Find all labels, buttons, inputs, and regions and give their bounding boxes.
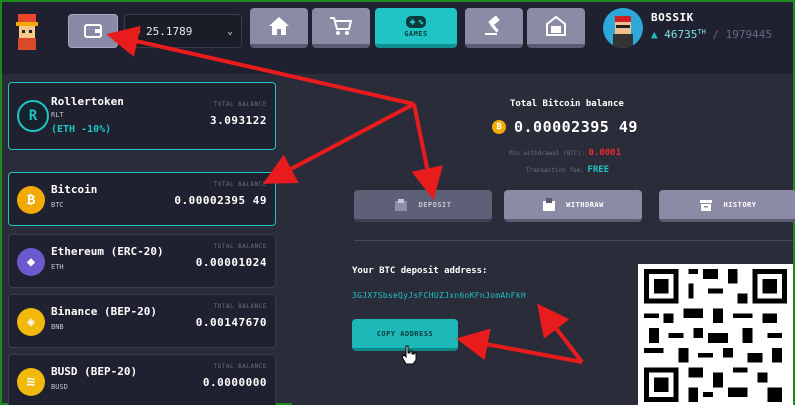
coin-ticker: RLT bbox=[51, 111, 64, 119]
nav-market-button[interactable] bbox=[312, 8, 370, 48]
store-icon bbox=[546, 16, 566, 36]
coin-name: Rollertoken bbox=[51, 95, 124, 108]
coin-amount: 0.00001024 bbox=[195, 256, 267, 269]
rank-number: 46735 bbox=[664, 28, 698, 41]
coin-name: Ethereum (ERC-20) bbox=[51, 245, 164, 258]
chevron-down-icon: ⌄ bbox=[226, 25, 233, 37]
gamepad-icon bbox=[406, 15, 426, 28]
wallet-button[interactable] bbox=[68, 14, 118, 48]
btc-balance-row: ₿ 0.00002395 49 bbox=[492, 118, 638, 136]
rank-up-icon: ▲ bbox=[651, 28, 658, 41]
binance-icon: ◈ bbox=[17, 308, 45, 336]
divider bbox=[354, 240, 793, 241]
cart-icon bbox=[330, 17, 353, 35]
coin-ticker: BNB bbox=[51, 323, 64, 331]
withdraw-label: WITHDRAW bbox=[566, 200, 604, 209]
coin-extra: (ETH -10%) bbox=[51, 124, 112, 135]
nav-store-button[interactable] bbox=[527, 8, 585, 48]
qr-code bbox=[638, 264, 793, 405]
withdraw-button[interactable]: WITHDRAW bbox=[504, 190, 642, 222]
btc-balance-amount: 0.00002395 49 bbox=[514, 118, 638, 136]
total-balance-label: TOTAL BALANCE bbox=[213, 101, 267, 108]
balance-select[interactable]: 25.1789 ⌄ bbox=[124, 14, 242, 48]
deposit-icon bbox=[395, 198, 408, 211]
total-balance-label: TOTAL BALANCE bbox=[213, 303, 267, 310]
gavel-icon bbox=[485, 16, 500, 35]
wallet-icon bbox=[84, 24, 102, 38]
nav-games-label: GAMES bbox=[404, 29, 428, 38]
username: BOSSIK bbox=[651, 11, 694, 24]
busd-icon: ≋ bbox=[17, 368, 45, 396]
coin-name: BUSD (BEP-20) bbox=[51, 365, 138, 378]
nav-home-button[interactable] bbox=[250, 8, 308, 48]
user-rank: ▲ 46735TH / 1979445 bbox=[651, 28, 772, 41]
min-withdrawal: Min withdrawal (BTC): 0.0001 bbox=[509, 148, 621, 158]
deposit-button[interactable]: DEPOSIT bbox=[354, 190, 492, 222]
coin-card-busd[interactable]: ≋ BUSD (BEP-20) BUSD TOTAL BALANCE 0.000… bbox=[8, 354, 276, 405]
coin-card-bnb[interactable]: ◈ Binance (BEP-20) BNB TOTAL BALANCE 0.0… bbox=[8, 294, 276, 348]
tx-fee-value: FREE bbox=[587, 165, 610, 175]
copy-address-label: COPY ADDRESS bbox=[376, 329, 434, 338]
coin-ticker: ETH bbox=[51, 263, 64, 271]
coin-amount: 0.0000000 bbox=[202, 376, 267, 389]
coin-amount: 0.00147670 bbox=[195, 316, 267, 329]
transaction-fee: Transaction fee: FREE bbox=[526, 165, 609, 175]
user-avatar[interactable] bbox=[603, 8, 643, 48]
coin-icon bbox=[133, 27, 140, 35]
withdraw-icon bbox=[543, 197, 556, 211]
coin-ticker: BTC bbox=[51, 201, 64, 209]
min-withdrawal-value: 0.0001 bbox=[588, 148, 621, 158]
coin-card-rlt[interactable]: R Rollertoken RLT (ETH -10%) TOTAL BALAN… bbox=[8, 82, 276, 150]
rank-total: / 1979445 bbox=[712, 28, 773, 41]
total-balance-label: TOTAL BALANCE bbox=[213, 363, 267, 370]
history-button[interactable]: HISTORY bbox=[659, 190, 795, 222]
coin-name: Bitcoin bbox=[51, 183, 98, 196]
total-balance-title: Total Bitcoin balance bbox=[510, 99, 624, 109]
history-icon bbox=[700, 199, 713, 211]
nav-games-button[interactable]: GAMES bbox=[375, 8, 457, 48]
history-label: HISTORY bbox=[723, 200, 757, 209]
coin-card-btc[interactable]: ₿ Bitcoin BTC TOTAL BALANCE 0.00002395 4… bbox=[8, 172, 276, 226]
deposit-label: DEPOSIT bbox=[418, 200, 452, 209]
hand-cursor-icon bbox=[401, 345, 417, 369]
balance-select-value: 25.1789 bbox=[146, 24, 193, 38]
coin-ticker: BUSD bbox=[51, 383, 68, 391]
deposit-address-label: Your BTC deposit address: bbox=[352, 266, 488, 276]
coin-name: Binance (BEP-20) bbox=[51, 305, 157, 318]
ethereum-icon: ◆ bbox=[17, 248, 45, 276]
total-balance-label: TOTAL BALANCE bbox=[213, 243, 267, 250]
coin-amount: 0.00002395 49 bbox=[174, 194, 267, 207]
nav-auction-button[interactable] bbox=[465, 8, 523, 48]
total-balance-label: TOTAL BALANCE bbox=[213, 181, 267, 188]
home-icon bbox=[269, 17, 289, 35]
bitcoin-icon: ₿ bbox=[492, 120, 506, 134]
logo-avatar-icon[interactable] bbox=[10, 12, 44, 52]
rank-suffix: TH bbox=[697, 28, 706, 36]
deposit-address[interactable]: 3GJX7SbseQyJsFCHUZJxn6oKFnJomAhFkH bbox=[352, 291, 526, 300]
rollertoken-icon: R bbox=[17, 100, 49, 132]
bitcoin-icon: ₿ bbox=[17, 186, 45, 214]
coin-card-eth[interactable]: ◆ Ethereum (ERC-20) ETH TOTAL BALANCE 0.… bbox=[8, 234, 276, 288]
coin-amount: 3.093122 bbox=[210, 114, 267, 127]
tx-fee-label: Transaction fee: bbox=[526, 167, 584, 174]
min-withdrawal-label: Min withdrawal (BTC): bbox=[509, 150, 585, 157]
